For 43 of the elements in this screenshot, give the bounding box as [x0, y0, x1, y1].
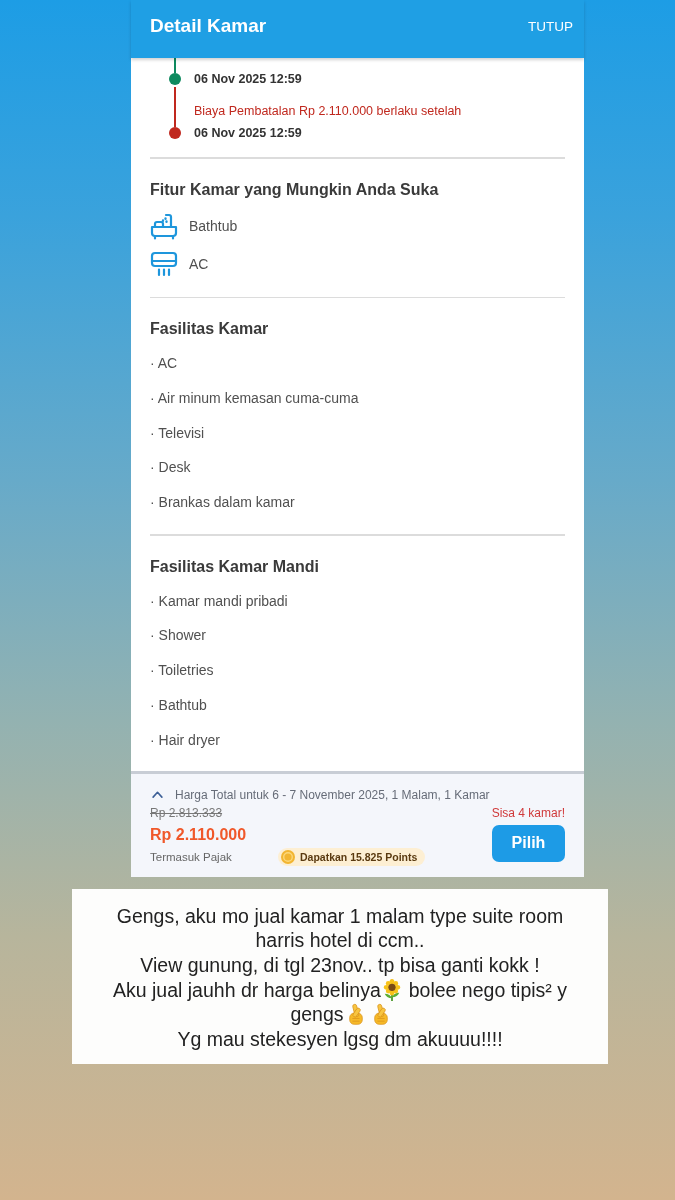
- facility-item: · Televisi: [150, 423, 205, 443]
- select-button[interactable]: Pilih: [492, 824, 565, 862]
- sunflower-icon: [381, 978, 402, 1001]
- caption-text: Aku jual jauhh dr harga belinya: [112, 977, 381, 1002]
- feature-label: Bathtub: [189, 217, 238, 234]
- facility-item: · Shower: [150, 626, 207, 646]
- facility-item: · Kamar mandi pribadi: [150, 591, 288, 611]
- facility-item: · Hair dryer: [150, 730, 220, 750]
- coin-icon: [281, 849, 295, 864]
- availability-note: Sisa 4 kamar!: [491, 804, 565, 821]
- crossed-fingers-icon: [371, 1003, 390, 1026]
- section-heading: Fasilitas Kamar Mandi: [150, 556, 320, 577]
- bathtub-icon: [150, 211, 178, 240]
- section-heading: Fitur Kamar yang Mungkin Anda Suka: [150, 179, 440, 200]
- caption-text: bolee nego tipis² y: [408, 977, 567, 1002]
- caption-text: Yg mau stekesyen lgsg dm akuuuu!!!!: [177, 1026, 503, 1051]
- facility-item: · Bathtub: [150, 695, 207, 715]
- price-summary-toggle[interactable]: Harga Total untuk 6 - 7 November 2025, 1 Malam, 1 Kamar: [150, 786, 490, 803]
- caption-text: harris hotel di ccm..: [255, 928, 425, 953]
- caption-text: View gunung, di tgl 23nov.. tp bisa ganti kokk !: [140, 953, 540, 977]
- timeline-line: [173, 58, 177, 73]
- facility-item: · AC: [150, 354, 178, 373]
- caption-text: Gengs, aku mo jual kamar 1 malam type suite room: [116, 903, 564, 928]
- cancellation-date: 06 Nov 2025 12:59: [194, 125, 303, 141]
- caret-icon: [152, 791, 163, 798]
- points-text: Dapatkan 15.825 Points: [300, 850, 418, 863]
- header-title: Detail Kamar: [150, 15, 267, 37]
- price: Rp 2.110.000: [150, 824, 247, 845]
- facility-item: · Toiletries: [150, 661, 214, 680]
- close-button[interactable]: TUTUP: [528, 18, 573, 34]
- tax-note: Termasuk Pajak: [150, 849, 232, 865]
- air-conditioner-icon: [150, 249, 178, 278]
- cancellation-date: 06 Nov 2025 12:59: [194, 71, 302, 87]
- facility-item: · Desk: [150, 458, 191, 478]
- cancellation-note: Biaya Pembatalan Rp 2.110.000 berlaku setelah: [194, 103, 462, 119]
- original-price: Rp 2.813.333: [150, 804, 223, 821]
- caption-text: gengs: [290, 1002, 344, 1027]
- crossed-fingers-icon: [346, 1003, 365, 1026]
- timeline-line: [173, 87, 177, 127]
- feature-label: AC: [189, 255, 209, 272]
- facility-item: · Air minum kemasan cuma-cuma: [150, 388, 359, 408]
- section-heading: Fasilitas Kamar: [150, 319, 270, 339]
- facility-item: · Brankas dalam kamar: [150, 493, 295, 512]
